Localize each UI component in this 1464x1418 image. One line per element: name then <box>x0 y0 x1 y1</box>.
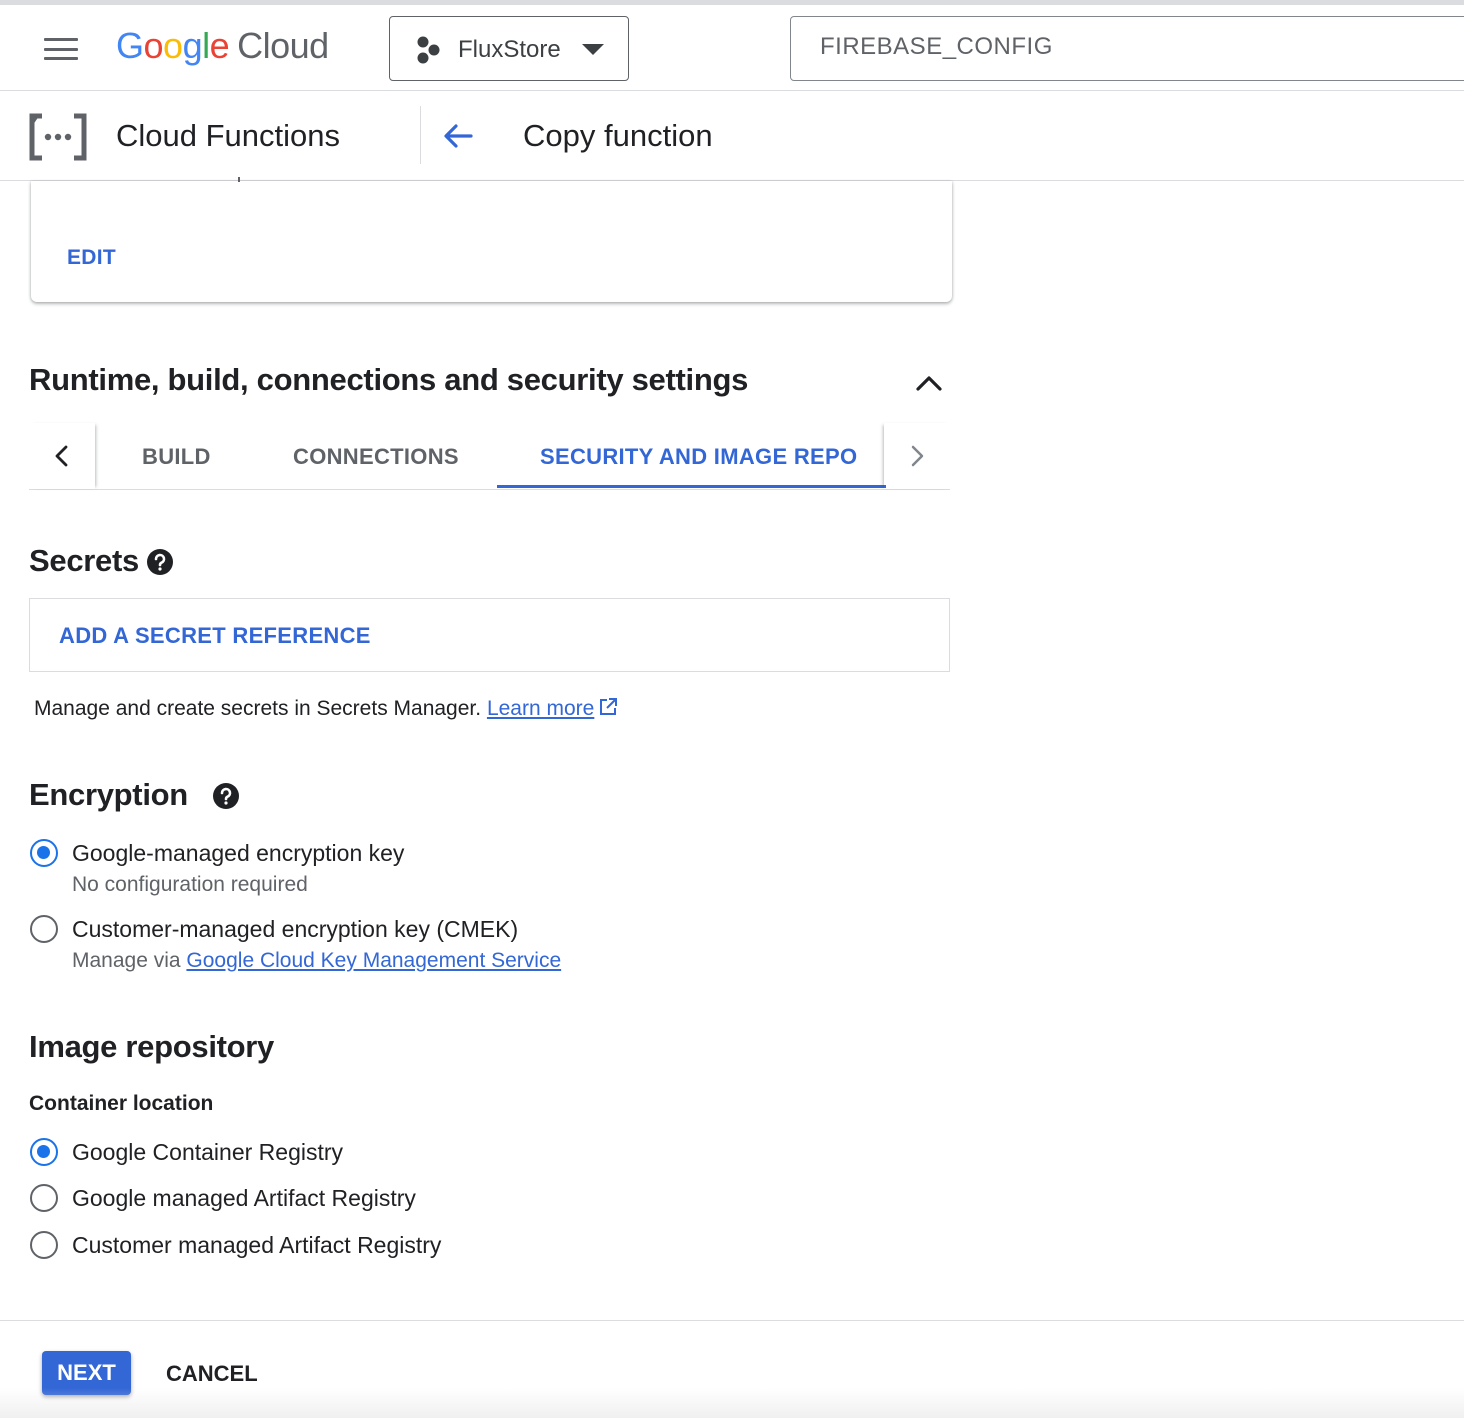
secrets-heading: Secrets <box>29 543 139 578</box>
chevron-up-icon[interactable] <box>912 366 946 400</box>
page-title: Copy function <box>523 118 713 153</box>
active-tab-indicator <box>497 485 886 488</box>
secrets-helper-text: Manage and create secrets in Secrets Man… <box>34 697 618 721</box>
tab-connections[interactable]: CONNECTIONS <box>293 444 459 470</box>
secrets-container: ADD A SECRET REFERENCE <box>29 598 950 672</box>
cmek-description: Manage via Google Cloud Key Management S… <box>72 949 561 973</box>
product-header: Cloud Functions Copy function <box>0 92 1464 181</box>
container-registry-label[interactable]: Google Container Registry <box>72 1139 343 1166</box>
project-name: FluxStore <box>458 36 561 63</box>
helper-text: Manage and create secrets in Secrets Man… <box>34 697 482 720</box>
image-repository-heading: Image repository <box>29 1029 275 1064</box>
chevron-left-icon <box>55 445 68 467</box>
google-managed-key-description: No configuration required <box>72 873 308 896</box>
cancel-button[interactable]: CANCEL <box>166 1361 258 1387</box>
hamburger-menu-icon[interactable] <box>44 38 78 60</box>
top-app-bar: Google Cloud FluxStore <box>0 5 1464 91</box>
tab-security-and-image-repo[interactable]: SECURITY AND IMAGE REPO <box>540 444 857 470</box>
google-artifact-registry-label[interactable]: Google managed Artifact Registry <box>72 1185 416 1212</box>
header-divider <box>420 106 421 164</box>
cmek-description-prefix: Manage via <box>72 949 181 972</box>
search-input[interactable] <box>820 33 1420 61</box>
edit-button[interactable]: EDIT <box>67 246 116 270</box>
google-cloud-logo[interactable]: Google Cloud <box>116 25 329 67</box>
section-title: Runtime, build, connections and security… <box>29 362 749 397</box>
settings-tabs: BUILD CONNECTIONS SECURITY AND IMAGE REP… <box>29 423 950 490</box>
project-dots-icon <box>417 36 440 64</box>
tab-scroll-right-button[interactable] <box>884 423 950 489</box>
customer-artifact-registry-label[interactable]: Customer managed Artifact Registry <box>72 1232 441 1259</box>
encryption-heading: Encryption <box>29 777 188 812</box>
back-arrow-icon[interactable] <box>440 118 476 154</box>
product-title: Cloud Functions <box>116 118 341 153</box>
tab-scroll-left-button[interactable] <box>29 423 95 489</box>
google-managed-key-radio[interactable] <box>30 839 58 867</box>
action-footer: NEXT CANCEL <box>0 1320 1464 1418</box>
cmek-label[interactable]: Customer-managed encryption key (CMEK) <box>72 916 518 943</box>
tab-build[interactable]: BUILD <box>142 444 211 470</box>
learn-more-link[interactable]: Learn more <box>487 697 594 720</box>
google-managed-key-label[interactable]: Google-managed encryption key <box>72 840 404 867</box>
card-text-fragment <box>238 177 240 182</box>
secrets-help-icon[interactable] <box>146 548 174 576</box>
chevron-right-icon <box>911 445 924 467</box>
container-registry-radio[interactable] <box>30 1138 58 1166</box>
cloud-functions-icon <box>29 113 87 161</box>
kms-link[interactable]: Google Cloud Key Management Service <box>186 949 561 972</box>
external-link-icon[interactable] <box>598 697 618 717</box>
trigger-card: EDIT <box>31 177 952 302</box>
project-picker-button[interactable]: FluxStore <box>389 16 629 81</box>
next-button[interactable]: NEXT <box>42 1351 131 1395</box>
encryption-help-icon[interactable] <box>212 782 240 810</box>
search-bar[interactable] <box>790 16 1464 81</box>
container-location-label: Container location <box>29 1092 214 1115</box>
add-secret-reference-button[interactable]: ADD A SECRET REFERENCE <box>59 623 371 649</box>
caret-down-icon <box>582 44 604 55</box>
google-artifact-registry-radio[interactable] <box>30 1184 58 1212</box>
customer-artifact-registry-radio[interactable] <box>30 1231 58 1259</box>
cmek-radio[interactable] <box>30 915 58 943</box>
